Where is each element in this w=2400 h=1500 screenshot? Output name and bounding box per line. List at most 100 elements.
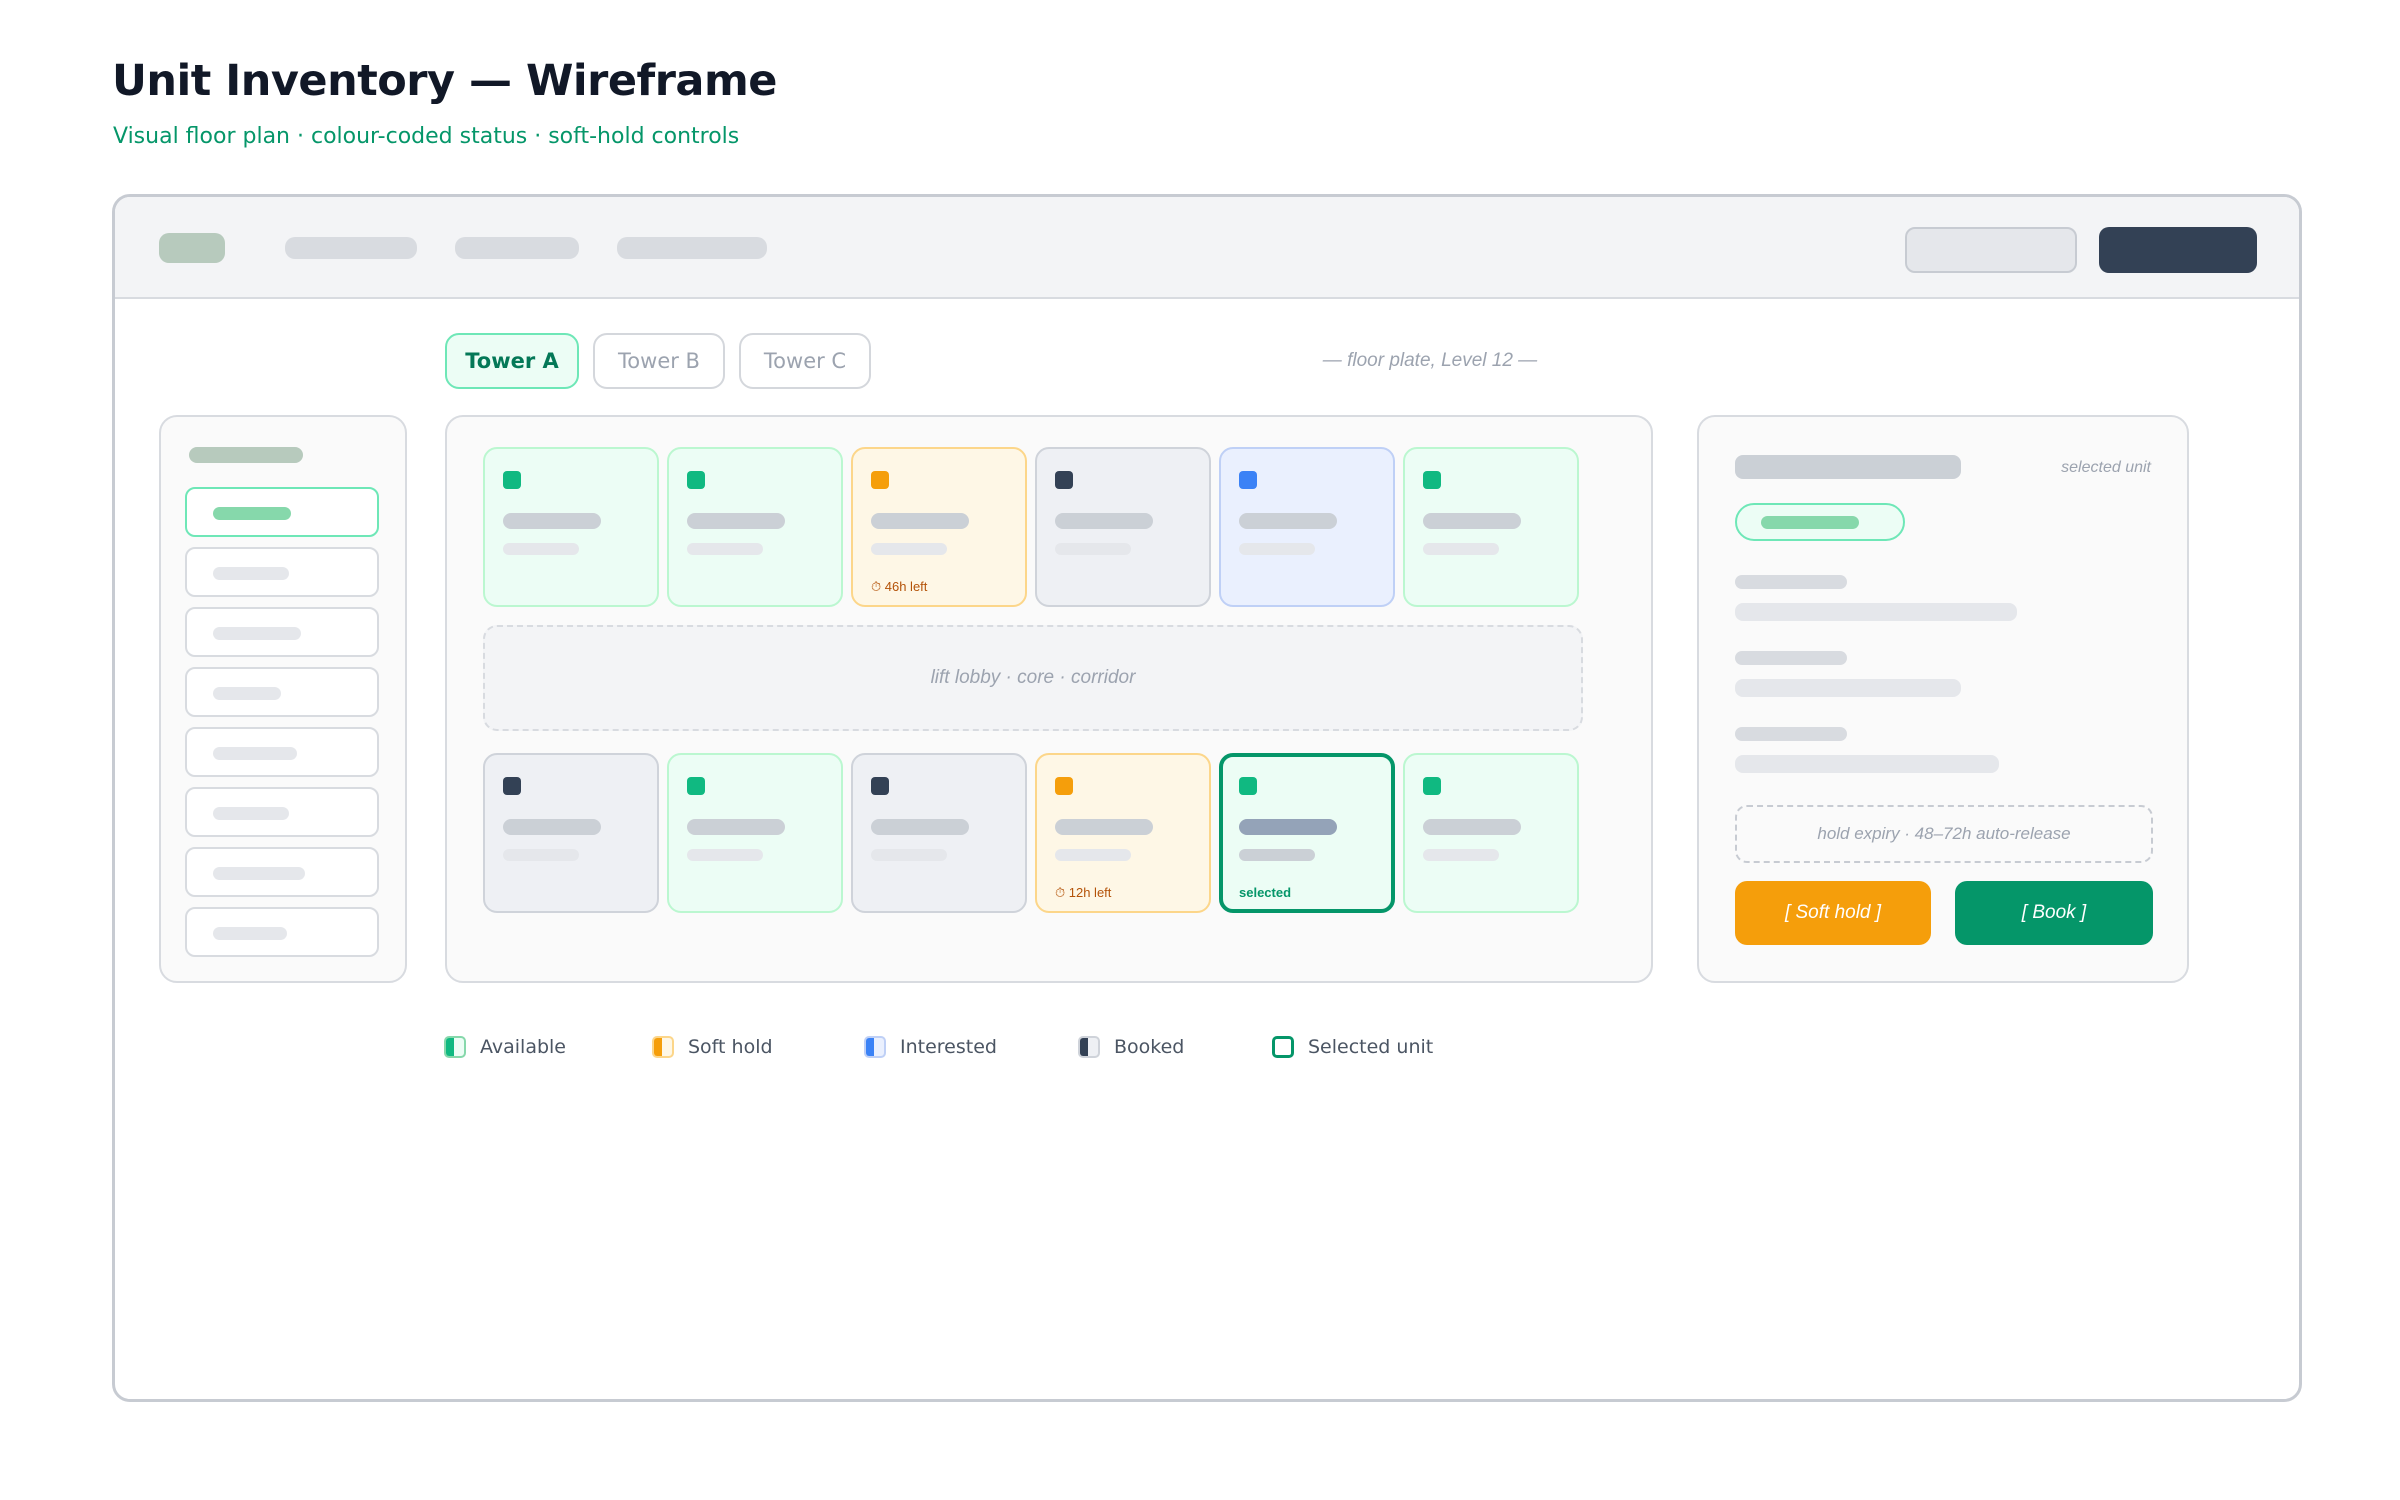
nav-item-3[interactable] — [617, 237, 767, 259]
unit-status-badge — [1735, 503, 1905, 541]
status-dot — [1239, 471, 1257, 489]
sidebar-item-floor[interactable] — [185, 907, 379, 957]
legend-label: Soft hold — [688, 1036, 773, 1058]
top-unit-6[interactable] — [1403, 447, 1579, 607]
selected-unit-caption: selected unit — [2061, 459, 2151, 476]
bottom-unit-4[interactable]: ⏱ 12h left — [1035, 753, 1211, 913]
tab-tower-b[interactable]: Tower B — [593, 333, 725, 389]
sidebar-item-floor[interactable] — [185, 667, 379, 717]
status-dot — [1239, 777, 1257, 795]
detail-label-2 — [1735, 651, 1847, 665]
legend-label: Available — [480, 1036, 567, 1058]
unit-number-placeholder — [1239, 513, 1337, 529]
top-unit-5[interactable] — [1219, 447, 1395, 607]
soft-hold-button[interactable]: [ Soft hold ] — [1735, 881, 1931, 945]
unit-number-placeholder — [1239, 819, 1337, 835]
legend-label: Interested — [900, 1036, 997, 1058]
lift-lobby: lift lobby · core · corridor — [483, 625, 1583, 731]
unit-meta-placeholder — [1423, 543, 1499, 555]
top-unit-2[interactable] — [667, 447, 843, 607]
sidebar-item-floor[interactable] — [185, 607, 379, 657]
top-unit-1[interactable] — [483, 447, 659, 607]
legend-item: Booked — [1078, 1036, 1184, 1058]
unit-number-placeholder — [871, 513, 969, 529]
unit-title-placeholder — [1735, 455, 1961, 479]
legend-item: Selected unit — [1272, 1036, 1433, 1058]
status-dot — [1423, 777, 1441, 795]
unit-number-placeholder — [1423, 513, 1521, 529]
unit-number-placeholder — [503, 819, 601, 835]
unit-tag: selected — [1239, 885, 1292, 900]
status-dot — [503, 471, 521, 489]
unit-tag: ⏱ 46h left — [871, 579, 928, 594]
nav-item-2[interactable] — [455, 237, 579, 259]
sidebar-item-floor[interactable] — [185, 547, 379, 597]
status-dot — [503, 777, 521, 795]
bottom-unit-5[interactable]: selected — [1219, 753, 1395, 913]
unit-tag: ⏱ 12h left — [1055, 885, 1112, 900]
legend-item: Interested — [864, 1036, 997, 1058]
tab-tower-a[interactable]: Tower A — [445, 333, 579, 389]
floor-list-sidebar — [159, 415, 407, 983]
sidebar-item-floor[interactable] — [185, 787, 379, 837]
primary-action-button[interactable] — [2099, 227, 2257, 273]
detail-value-2 — [1735, 679, 1961, 697]
sidebar-heading — [189, 447, 303, 463]
floor-plate-label: — floor plate, Level 12 — — [1322, 350, 1538, 371]
legend-swatch — [1272, 1036, 1294, 1058]
unit-detail-panel: selected unit hold expiry · 48–72h auto-… — [1697, 415, 2189, 983]
status-dot — [1055, 777, 1073, 795]
page-title: Unit Inventory — Wireframe — [112, 56, 777, 106]
unit-meta-placeholder — [1423, 849, 1499, 861]
legend-swatch — [1078, 1036, 1100, 1058]
top-unit-3[interactable]: ⏱ 46h left — [851, 447, 1027, 607]
status-dot — [871, 471, 889, 489]
bottom-unit-6[interactable] — [1403, 753, 1579, 913]
unit-meta-placeholder — [503, 543, 579, 555]
status-dot — [1423, 471, 1441, 489]
status-dot — [1055, 471, 1073, 489]
detail-value-1 — [1735, 603, 2017, 621]
sidebar-item-floor[interactable] — [185, 727, 379, 777]
legend-swatch — [864, 1036, 886, 1058]
tab-tower-c[interactable]: Tower C — [739, 333, 871, 389]
unit-number-placeholder — [871, 819, 969, 835]
unit-meta-placeholder — [687, 849, 763, 861]
app-topbar — [115, 197, 2299, 299]
top-unit-4[interactable] — [1035, 447, 1211, 607]
unit-meta-placeholder — [1239, 543, 1315, 555]
sidebar-item-floor[interactable] — [185, 847, 379, 897]
page-subtitle: Visual floor plan · colour-coded status … — [113, 124, 740, 149]
book-button[interactable]: [ Book ] — [1955, 881, 2153, 945]
detail-value-3 — [1735, 755, 1999, 773]
status-dot — [687, 471, 705, 489]
app-logo[interactable] — [159, 233, 225, 263]
bottom-unit-2[interactable] — [667, 753, 843, 913]
detail-label-1 — [1735, 575, 1847, 589]
unit-number-placeholder — [687, 819, 785, 835]
unit-meta-placeholder — [871, 543, 947, 555]
bottom-unit-3[interactable] — [851, 753, 1027, 913]
unit-number-placeholder — [1055, 513, 1153, 529]
legend-item: Available — [444, 1036, 566, 1058]
app-window: Tower A Tower B Tower C — floor plate, L… — [112, 194, 2302, 1402]
unit-number-placeholder — [1423, 819, 1521, 835]
detail-label-3 — [1735, 727, 1847, 741]
secondary-action-button[interactable] — [1905, 227, 2077, 273]
unit-number-placeholder — [503, 513, 601, 529]
legend-label: Selected unit — [1308, 1036, 1434, 1058]
unit-meta-placeholder — [687, 543, 763, 555]
legend-swatch — [652, 1036, 674, 1058]
hold-expiry-note: hold expiry · 48–72h auto-release — [1735, 805, 2153, 863]
legend-swatch — [444, 1036, 466, 1058]
unit-meta-placeholder — [871, 849, 947, 861]
floor-plate-panel: lift lobby · core · corridor ⏱ 46h left ⏱… — [445, 415, 1653, 983]
legend-item: Soft hold — [652, 1036, 773, 1058]
bottom-unit-1[interactable] — [483, 753, 659, 913]
unit-meta-placeholder — [1055, 543, 1131, 555]
legend-label: Booked — [1114, 1036, 1185, 1058]
nav-item-1[interactable] — [285, 237, 417, 259]
unit-meta-placeholder — [1239, 849, 1315, 861]
status-dot — [687, 777, 705, 795]
sidebar-item-floor[interactable] — [185, 487, 379, 537]
